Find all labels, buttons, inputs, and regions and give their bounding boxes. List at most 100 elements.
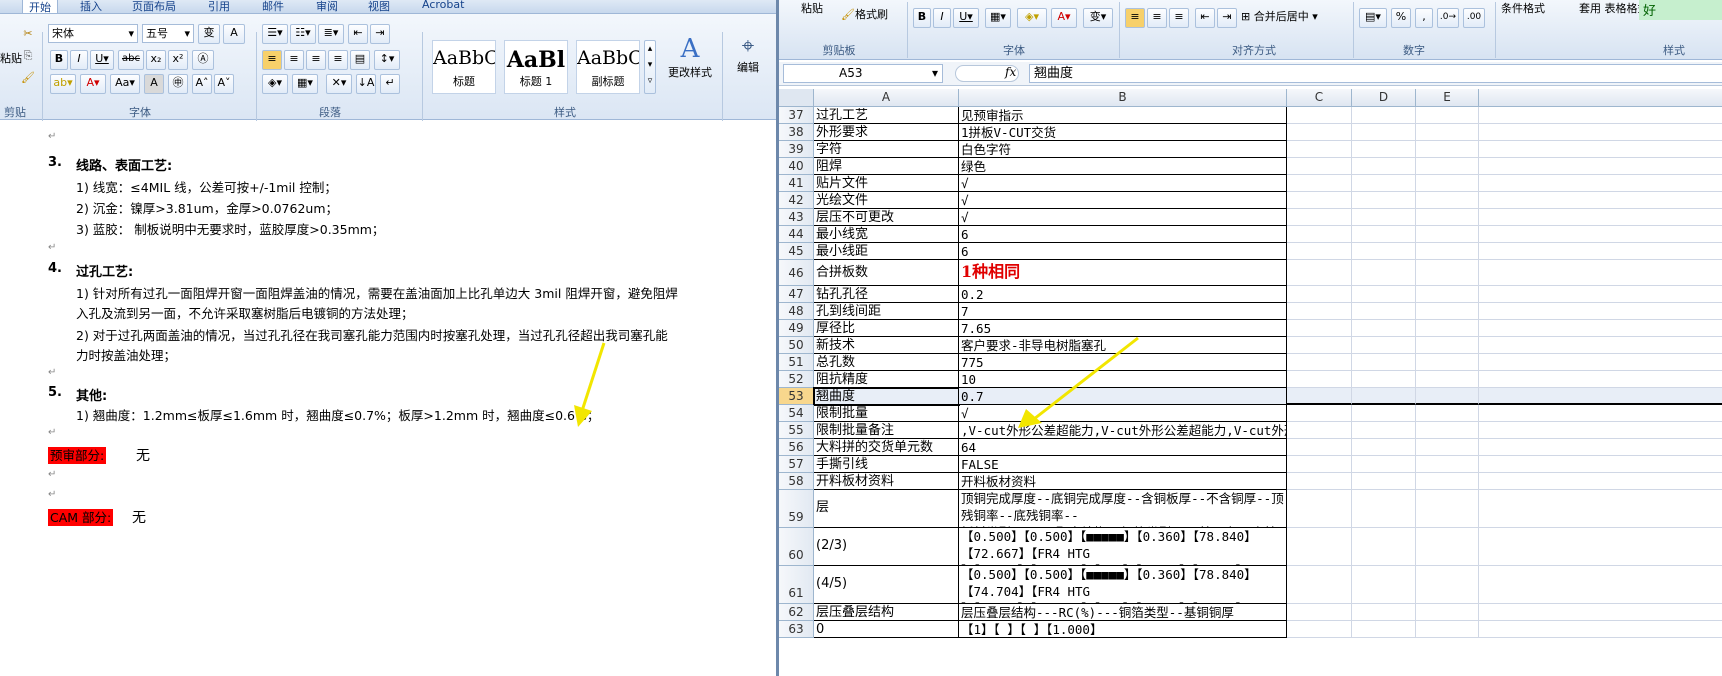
cell-b[interactable]: 层压叠层结构---RC(%)---铜箔类型--基铜铜厚 xyxy=(959,604,1287,621)
cell-empty[interactable] xyxy=(1352,354,1416,371)
underline-button[interactable]: U▾ xyxy=(90,50,114,70)
align-right-icon[interactable]: ≡ xyxy=(306,50,326,70)
cell-b[interactable]: 7.65 xyxy=(959,320,1287,337)
currency-icon[interactable]: ▤▾ xyxy=(1359,8,1387,28)
row-header[interactable]: 61 xyxy=(779,566,814,604)
shrink-font-icon[interactable]: A˅ xyxy=(214,74,234,94)
cell-a[interactable]: 开料板材资料 xyxy=(814,473,959,490)
clear-format-button[interactable]: A xyxy=(223,24,245,44)
italic-button[interactable]: I xyxy=(70,50,88,70)
row-header[interactable]: 43 xyxy=(779,209,814,226)
cell-b[interactable]: 客户要求-非导电树脂塞孔 xyxy=(959,337,1287,354)
cell-empty[interactable] xyxy=(1479,604,1722,621)
cell-empty[interactable] xyxy=(1479,528,1722,566)
cell-empty[interactable] xyxy=(1479,260,1722,286)
cell-empty[interactable] xyxy=(1287,192,1352,209)
cell-a[interactable]: (4/5) xyxy=(814,566,959,604)
row-header[interactable]: 41 xyxy=(779,175,814,192)
cell-a[interactable]: 层 xyxy=(814,490,959,528)
cell-empty[interactable] xyxy=(1479,405,1722,422)
cell-b[interactable]: 64 xyxy=(959,439,1287,456)
cell-a[interactable]: 总孔数 xyxy=(814,354,959,371)
decrease-decimal-icon[interactable]: .00 xyxy=(1463,8,1485,28)
bullets-icon[interactable]: ☰▾ xyxy=(262,24,288,44)
cell-b[interactable]: 1拼板V-CUT交货 xyxy=(959,124,1287,141)
strikethrough-button[interactable]: abc xyxy=(118,50,144,70)
cell-empty[interactable] xyxy=(1416,405,1479,422)
change-styles-button[interactable]: A 更改样式 xyxy=(662,34,718,80)
cell-b[interactable]: 6 xyxy=(959,226,1287,243)
font-color-icon[interactable]: A▾ xyxy=(80,74,106,94)
change-case-button[interactable]: 变 xyxy=(198,24,220,44)
row-header[interactable]: 63 xyxy=(779,621,814,638)
cell-b[interactable]: √ xyxy=(959,405,1287,422)
bold-button[interactable]: B xyxy=(913,8,931,28)
font-size-change-button[interactable]: Aa▾ xyxy=(110,74,140,94)
cell-empty[interactable] xyxy=(1416,388,1479,405)
numbering-icon[interactable]: ☷▾ xyxy=(290,24,316,44)
cell-empty[interactable] xyxy=(1352,158,1416,175)
column-header-c[interactable]: C xyxy=(1287,89,1352,107)
increase-indent-icon[interactable]: ⇥ xyxy=(1217,8,1237,28)
cell-b[interactable]: FALSE xyxy=(959,456,1287,473)
cell-empty[interactable] xyxy=(1479,320,1722,337)
cell-empty[interactable] xyxy=(1479,388,1722,405)
column-header-e[interactable]: E xyxy=(1416,89,1479,107)
row-header[interactable]: 38 xyxy=(779,124,814,141)
chinese-layout-icon[interactable]: ✕▾ xyxy=(326,74,352,94)
cell-empty[interactable] xyxy=(1287,260,1352,286)
cell-empty[interactable] xyxy=(1287,604,1352,621)
cell-empty[interactable] xyxy=(1416,209,1479,226)
row-header[interactable]: 44 xyxy=(779,226,814,243)
cell-empty[interactable] xyxy=(1416,621,1479,638)
align-left-icon[interactable]: ≡ xyxy=(1125,8,1145,28)
cell-b[interactable]: ,V-cut外形公差超能力,V-cut外形公差超能力,V-cut外形公差超能力 xyxy=(959,422,1287,439)
cell-a[interactable]: 阻抗精度 xyxy=(814,371,959,388)
tab-mailings[interactable]: 邮件 xyxy=(262,0,284,14)
row-header[interactable]: 39 xyxy=(779,141,814,158)
cell-empty[interactable] xyxy=(1479,490,1722,528)
row-header[interactable]: 47 xyxy=(779,286,814,303)
column-header-b[interactable]: B xyxy=(959,89,1287,107)
cell-empty[interactable] xyxy=(1479,226,1722,243)
tab-acrobat[interactable]: Acrobat xyxy=(422,0,464,11)
cell-empty[interactable] xyxy=(1287,405,1352,422)
cell-a[interactable]: 限制批量 xyxy=(814,405,959,422)
cell-empty[interactable] xyxy=(1416,490,1479,528)
cell-empty[interactable] xyxy=(1352,528,1416,566)
cell-empty[interactable] xyxy=(1352,320,1416,337)
underline-button[interactable]: U▾ xyxy=(953,8,979,28)
cell-a[interactable]: 字符 xyxy=(814,141,959,158)
cell-empty[interactable] xyxy=(1416,303,1479,320)
insert-function-icon[interactable]: fx xyxy=(1005,65,1016,79)
cell-empty[interactable] xyxy=(1287,621,1352,638)
multilevel-list-icon[interactable]: ≣▾ xyxy=(318,24,344,44)
comma-button[interactable]: , xyxy=(1415,8,1433,28)
tab-review[interactable]: 审阅 xyxy=(316,0,338,14)
row-header[interactable]: 46 xyxy=(779,260,814,286)
cell-b[interactable]: 6 xyxy=(959,243,1287,260)
cell-a[interactable]: 0 xyxy=(814,621,959,638)
cell-empty[interactable] xyxy=(1479,192,1722,209)
cell-a[interactable]: (2/3) xyxy=(814,528,959,566)
cell-empty[interactable] xyxy=(1287,320,1352,337)
align-center-icon[interactable]: ≡ xyxy=(284,50,304,70)
cell-empty[interactable] xyxy=(1416,124,1479,141)
cell-a[interactable]: 孔到线间距 xyxy=(814,303,959,320)
row-header[interactable]: 58 xyxy=(779,473,814,490)
cell-empty[interactable] xyxy=(1352,192,1416,209)
cell-b[interactable]: 7 xyxy=(959,303,1287,320)
format-painter-icon[interactable]: 🖌 xyxy=(18,70,38,90)
cell-empty[interactable] xyxy=(1479,621,1722,638)
cell-b[interactable]: 0.2 xyxy=(959,286,1287,303)
row-header[interactable]: 49 xyxy=(779,320,814,337)
cell-empty[interactable] xyxy=(1416,141,1479,158)
style-subtitle[interactable]: AaBbC 副标题 xyxy=(576,40,640,94)
cell-empty[interactable] xyxy=(1416,354,1479,371)
cell-empty[interactable] xyxy=(1287,303,1352,320)
editing-button[interactable]: ⌖ 编辑 xyxy=(728,34,768,75)
cell-empty[interactable] xyxy=(1416,439,1479,456)
cell-empty[interactable] xyxy=(1352,439,1416,456)
cell-empty[interactable] xyxy=(1416,286,1479,303)
decrease-indent-icon[interactable]: ⇤ xyxy=(1195,8,1215,28)
